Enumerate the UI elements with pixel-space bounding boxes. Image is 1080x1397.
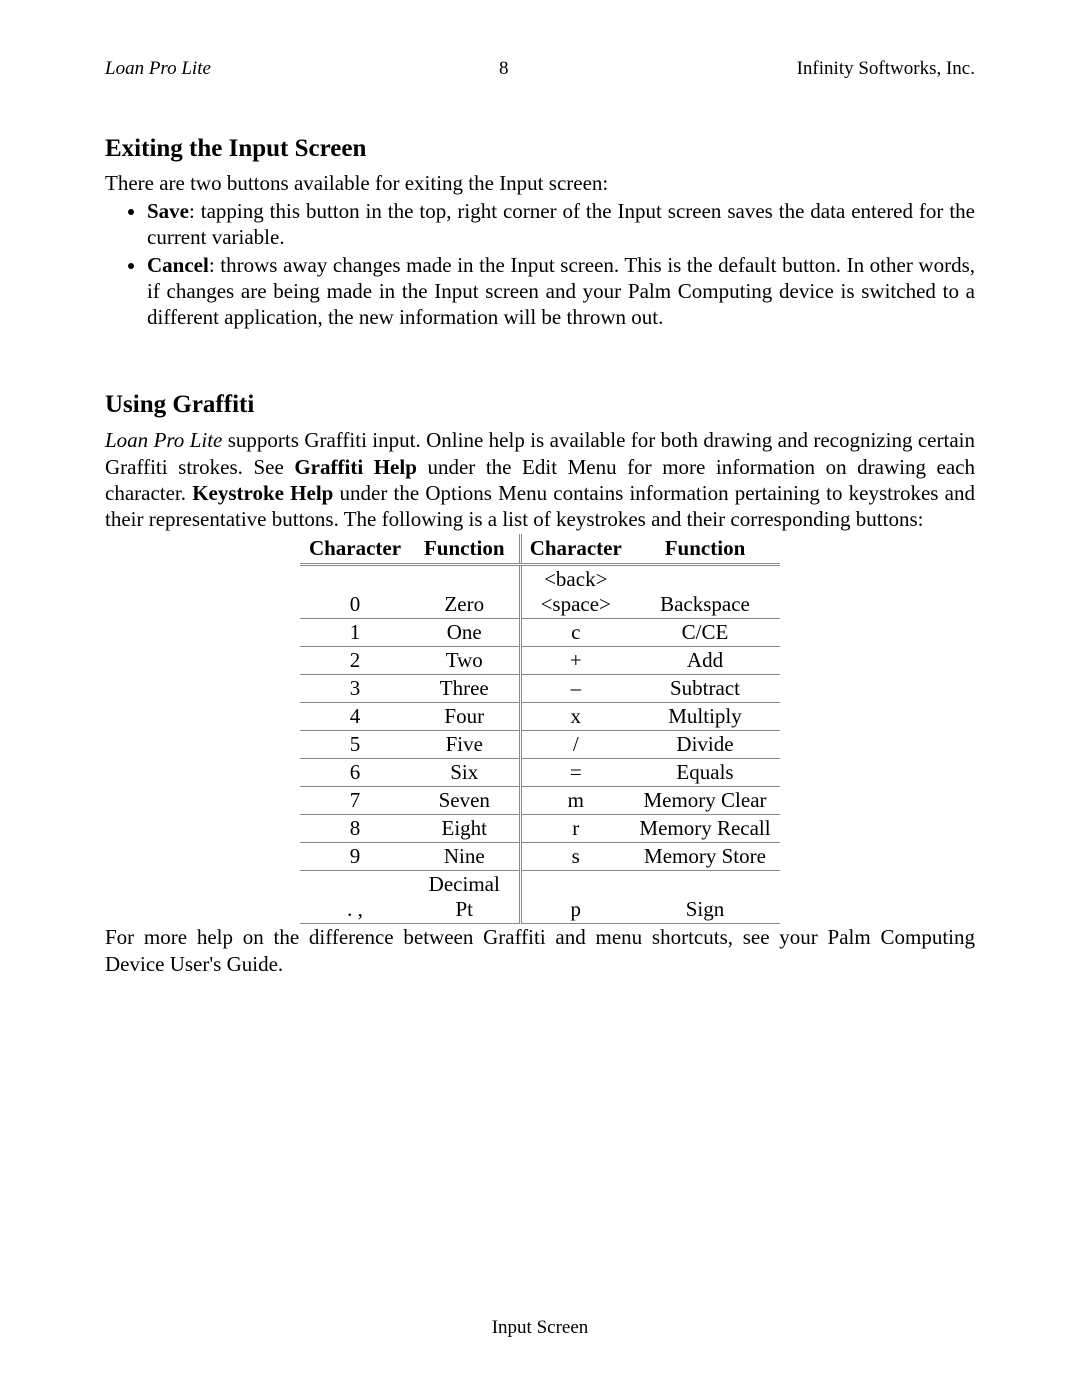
bullet-item-save: Save: tapping this button in the top, ri… xyxy=(147,198,975,251)
section-intro: There are two buttons available for exit… xyxy=(105,171,975,196)
cell-char-a: 1 xyxy=(300,619,410,647)
table-row: 2Two+Add xyxy=(300,647,780,675)
cell-func-a: Eight xyxy=(410,815,520,843)
th-character-b: Character xyxy=(520,534,630,565)
cell-func-b: Multiply xyxy=(630,703,780,731)
table-row: 9NinesMemory Store xyxy=(300,843,780,871)
cell-char-b: r xyxy=(520,815,630,843)
cell-char-a: 7 xyxy=(300,787,410,815)
cell-char-b: <back> <space> xyxy=(520,565,630,619)
cell-func-b: Memory Recall xyxy=(630,815,780,843)
cell-char-b: = xyxy=(520,759,630,787)
cell-char-b: + xyxy=(520,647,630,675)
cell-func-a: Seven xyxy=(410,787,520,815)
cell-char-a: 8 xyxy=(300,815,410,843)
para-italic: Loan Pro Lite xyxy=(105,428,222,452)
cell-func-a: Three xyxy=(410,675,520,703)
document-page: Loan Pro Lite 8 Infinity Softworks, Inc.… xyxy=(0,0,1080,1397)
table-row: 6Six=Equals xyxy=(300,759,780,787)
cell-func-b: Backspace xyxy=(630,565,780,619)
cell-char-a: 0 xyxy=(300,565,410,619)
cell-func-a: Decimal Pt xyxy=(410,871,520,924)
section-using-graffiti: Using Graffiti Loan Pro Lite supports Gr… xyxy=(105,391,975,977)
cell-char-b: p xyxy=(520,871,630,924)
bullet-bold: Cancel xyxy=(147,253,209,277)
page-header: Loan Pro Lite 8 Infinity Softworks, Inc. xyxy=(105,58,975,80)
cell-func-a: Nine xyxy=(410,843,520,871)
cell-func-a: Five xyxy=(410,731,520,759)
cell-char-b: s xyxy=(520,843,630,871)
section-exiting-input: Exiting the Input Screen There are two b… xyxy=(105,135,975,331)
cell-char-a: . , xyxy=(300,871,410,924)
cell-char-a: 2 xyxy=(300,647,410,675)
keystroke-table: Character Function Character Function 0Z… xyxy=(300,534,780,924)
page-footer: Input Screen xyxy=(105,1317,975,1347)
after-table-text: For more help on the difference between … xyxy=(105,924,975,977)
bullet-item-cancel: Cancel: throws away changes made in the … xyxy=(147,252,975,331)
page-number: 8 xyxy=(499,58,509,80)
cell-char-a: 3 xyxy=(300,675,410,703)
section-heading: Using Graffiti xyxy=(105,391,975,419)
th-function-a: Function xyxy=(410,534,520,565)
cell-func-b: Memory Clear xyxy=(630,787,780,815)
table-row: 8EightrMemory Recall xyxy=(300,815,780,843)
para-bold: Graffiti Help xyxy=(294,455,417,479)
cell-char-b: / xyxy=(520,731,630,759)
cell-char-a: 6 xyxy=(300,759,410,787)
table-row: 3Three–Subtract xyxy=(300,675,780,703)
cell-func-b: Equals xyxy=(630,759,780,787)
cell-char-b: – xyxy=(520,675,630,703)
th-function-b: Function xyxy=(630,534,780,565)
cell-char-a: 5 xyxy=(300,731,410,759)
cell-char-b: c xyxy=(520,619,630,647)
table-header-row: Character Function Character Function xyxy=(300,534,780,565)
table-row: 1OnecC/CE xyxy=(300,619,780,647)
cell-func-b: Sign xyxy=(630,871,780,924)
cell-func-a: One xyxy=(410,619,520,647)
bullet-list: Save: tapping this button in the top, ri… xyxy=(105,198,975,330)
cell-func-a: Zero xyxy=(410,565,520,619)
table-row: 5Five/Divide xyxy=(300,731,780,759)
cell-func-b: Add xyxy=(630,647,780,675)
cell-char-b: x xyxy=(520,703,630,731)
cell-func-a: Two xyxy=(410,647,520,675)
header-left: Loan Pro Lite xyxy=(105,58,211,80)
table-row: . ,Decimal PtpSign xyxy=(300,871,780,924)
cell-func-b: C/CE xyxy=(630,619,780,647)
cell-char-b: m xyxy=(520,787,630,815)
cell-char-a: 9 xyxy=(300,843,410,871)
cell-char-a: 4 xyxy=(300,703,410,731)
cell-func-a: Six xyxy=(410,759,520,787)
cell-func-a: Four xyxy=(410,703,520,731)
graffiti-paragraph: Loan Pro Lite supports Graffiti input. O… xyxy=(105,427,975,532)
th-character-a: Character xyxy=(300,534,410,565)
para-bold: Keystroke Help xyxy=(192,481,333,505)
section-heading: Exiting the Input Screen xyxy=(105,135,975,163)
cell-func-b: Subtract xyxy=(630,675,780,703)
bullet-bold: Save xyxy=(147,199,189,223)
bullet-text: : tapping this button in the top, right … xyxy=(147,199,975,249)
cell-func-b: Divide xyxy=(630,731,780,759)
keystroke-table-wrap: Character Function Character Function 0Z… xyxy=(105,534,975,924)
header-right: Infinity Softworks, Inc. xyxy=(797,58,975,80)
bullet-text: : throws away changes made in the Input … xyxy=(147,253,975,330)
table-row: 7SevenmMemory Clear xyxy=(300,787,780,815)
table-row: 0Zero<back> <space>Backspace xyxy=(300,565,780,619)
cell-func-b: Memory Store xyxy=(630,843,780,871)
table-row: 4FourxMultiply xyxy=(300,703,780,731)
